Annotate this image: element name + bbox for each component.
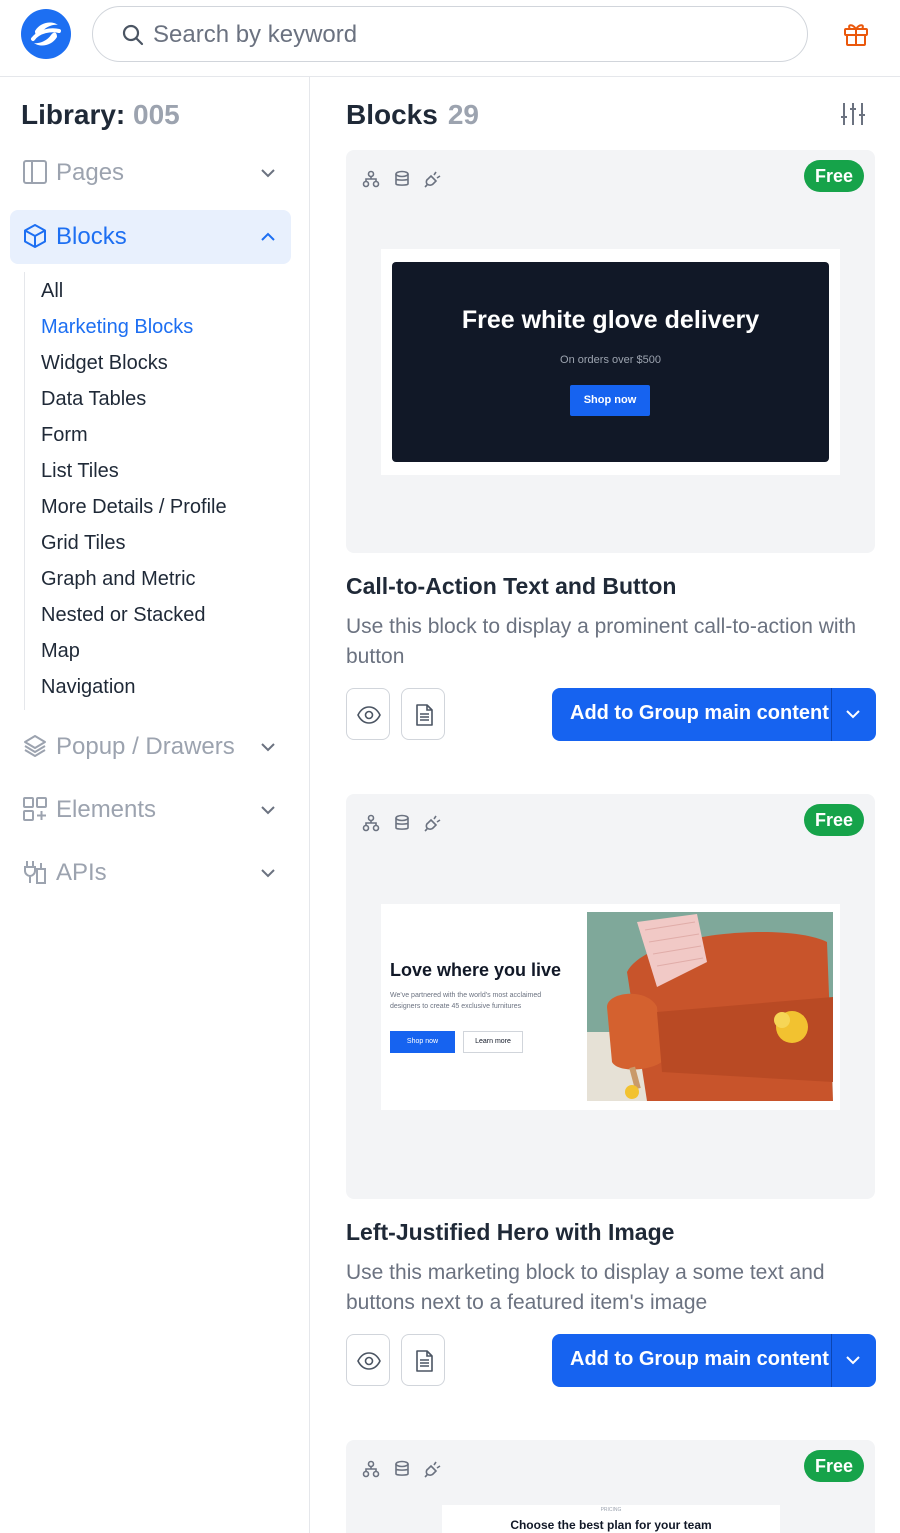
top-bar — [0, 0, 900, 77]
sidebar-item-label: APIs — [56, 859, 107, 886]
document-icon — [416, 1350, 433, 1372]
subnav-item-graph-metric[interactable]: Graph and Metric — [41, 568, 196, 591]
subnav-item-more-details[interactable]: More Details / Profile — [41, 496, 227, 519]
subnav-item-navigation[interactable]: Navigation — [41, 676, 136, 699]
cube-icon — [24, 224, 46, 248]
free-badge: Free — [803, 804, 864, 836]
chevron-up-icon[interactable] — [259, 228, 277, 246]
plug-off-icon — [424, 1461, 441, 1478]
preview-button[interactable] — [346, 688, 390, 740]
preview-shop-button: Shop now — [570, 385, 650, 416]
library-number: 005 — [133, 99, 180, 130]
brand-logo-icon[interactable] — [21, 9, 71, 59]
sidebar-item-pages[interactable]: Pages — [10, 146, 291, 200]
chevron-down-icon[interactable] — [259, 864, 277, 882]
page-title: Blocks 29 — [346, 99, 479, 130]
sidebar-item-label: Elements — [56, 796, 157, 823]
block-preview-image: PRICING Choose the best plan for your te… — [442, 1505, 780, 1533]
database-icon — [395, 170, 409, 186]
sidebar-item-blocks[interactable]: Blocks — [10, 210, 291, 264]
document-icon — [416, 704, 433, 726]
block-description: Use this block to display a prominent ca… — [346, 615, 857, 668]
sidebar-item-label: Popup / Drawers — [56, 733, 235, 760]
sidebar-item-apis[interactable]: APIs — [10, 846, 291, 900]
add-button-label: Add to Group main content — [570, 1348, 829, 1370]
subnav-item-map[interactable]: Map — [41, 640, 80, 663]
sliders-icon[interactable] — [840, 101, 866, 127]
subnav-item-widget-blocks[interactable]: Widget Blocks — [41, 352, 168, 375]
hierarchy-icon — [362, 1460, 380, 1478]
button-divider — [831, 688, 832, 741]
subnav-item-all[interactable]: All — [41, 280, 63, 303]
card-meta-icons — [362, 170, 442, 188]
subnav-item-nested-stacked[interactable]: Nested or Stacked — [41, 604, 206, 627]
block-preview-image: Love where you live We've partnered with… — [381, 904, 840, 1110]
plug-icon — [24, 861, 46, 884]
search-input[interactable] — [153, 15, 773, 55]
block-title: Call-to-Action Text and Button — [346, 573, 677, 599]
free-badge: Free — [803, 1450, 864, 1482]
block-card-preview[interactable]: Free Free white glove delivery On orders… — [346, 150, 875, 553]
preview-button[interactable] — [346, 1334, 390, 1386]
sidebar-item-label: Pages — [56, 159, 125, 186]
main-content: Blocks 29 Free Free white glove delivery… — [311, 77, 900, 1533]
preview-banner: Free white glove delivery On orders over… — [392, 262, 829, 462]
subnav-item-marketing-blocks[interactable]: Marketing Blocks — [41, 316, 193, 339]
add-to-group-button[interactable]: Add to Group main content — [552, 1334, 876, 1387]
preview-kicker: PRICING — [600, 1507, 622, 1513]
preview-heading: Free white glove delivery — [461, 306, 760, 334]
subnav-item-grid-tiles[interactable]: Grid Tiles — [41, 532, 125, 555]
chevron-down-icon[interactable] — [259, 164, 277, 182]
block-title: Left-Justified Hero with Image — [346, 1219, 675, 1245]
card-meta-icons — [362, 1460, 442, 1478]
search-bar[interactable] — [92, 6, 808, 62]
sidebar-item-popup-drawers[interactable]: Popup / Drawers — [10, 720, 291, 774]
subnav-item-list-tiles[interactable]: List Tiles — [41, 460, 119, 483]
card-meta-icons — [362, 814, 442, 832]
database-icon — [395, 814, 409, 830]
block-card-preview[interactable]: Free PRICING Choose the best plan for yo… — [346, 1440, 875, 1533]
sofa-image — [587, 912, 833, 1101]
sidebar-item-label: Blocks — [56, 223, 127, 250]
preview-learn-button: Learn more — [463, 1031, 523, 1053]
docs-button[interactable] — [401, 1334, 445, 1386]
block-preview-image: Free white glove delivery On orders over… — [381, 249, 840, 475]
preview-shop-button: Shop now — [390, 1031, 455, 1053]
panel-icon — [23, 160, 47, 184]
add-button-label: Add to Group main content — [570, 702, 829, 724]
hierarchy-icon — [362, 170, 380, 188]
block-description: Use this marketing block to display a so… — [346, 1261, 825, 1314]
button-divider — [831, 1334, 832, 1387]
block-card-preview[interactable]: Free Love where you live We've partnered… — [346, 794, 875, 1199]
preview-heading: Choose the best plan for your team — [510, 1518, 712, 1532]
preview-heading: Love where you live — [390, 960, 562, 980]
chevron-down-icon[interactable] — [259, 801, 277, 819]
chevron-down-icon[interactable] — [844, 705, 862, 723]
library-title: Library: 005 — [21, 99, 180, 130]
blocks-subnav: All Marketing Blocks Widget Blocks Data … — [24, 272, 274, 710]
preview-subheading: On orders over $500 — [560, 354, 661, 366]
subnav-item-form[interactable]: Form — [41, 424, 88, 447]
add-to-group-button[interactable]: Add to Group main content — [552, 688, 876, 741]
gift-icon[interactable] — [842, 20, 870, 48]
database-icon — [395, 1460, 409, 1476]
chevron-down-icon[interactable] — [844, 1351, 862, 1369]
plug-off-icon — [424, 171, 441, 188]
free-badge: Free — [803, 160, 864, 192]
sidebar: Library: 005 Pages Blocks All Marketing … — [0, 77, 310, 1533]
docs-button[interactable] — [401, 688, 445, 740]
plug-off-icon — [424, 815, 441, 832]
eye-icon — [357, 1352, 381, 1370]
grid-plus-icon — [23, 797, 47, 821]
layers-icon — [24, 735, 46, 757]
eye-icon — [357, 706, 381, 724]
search-icon — [122, 24, 144, 46]
blocks-count: 29 — [447, 99, 479, 130]
sidebar-item-elements[interactable]: Elements — [10, 783, 291, 837]
preview-subheading: We've partnered with the world's most ac… — [390, 992, 542, 1010]
hierarchy-icon — [362, 814, 380, 832]
chevron-down-icon[interactable] — [259, 738, 277, 756]
subnav-item-data-tables[interactable]: Data Tables — [41, 388, 146, 411]
